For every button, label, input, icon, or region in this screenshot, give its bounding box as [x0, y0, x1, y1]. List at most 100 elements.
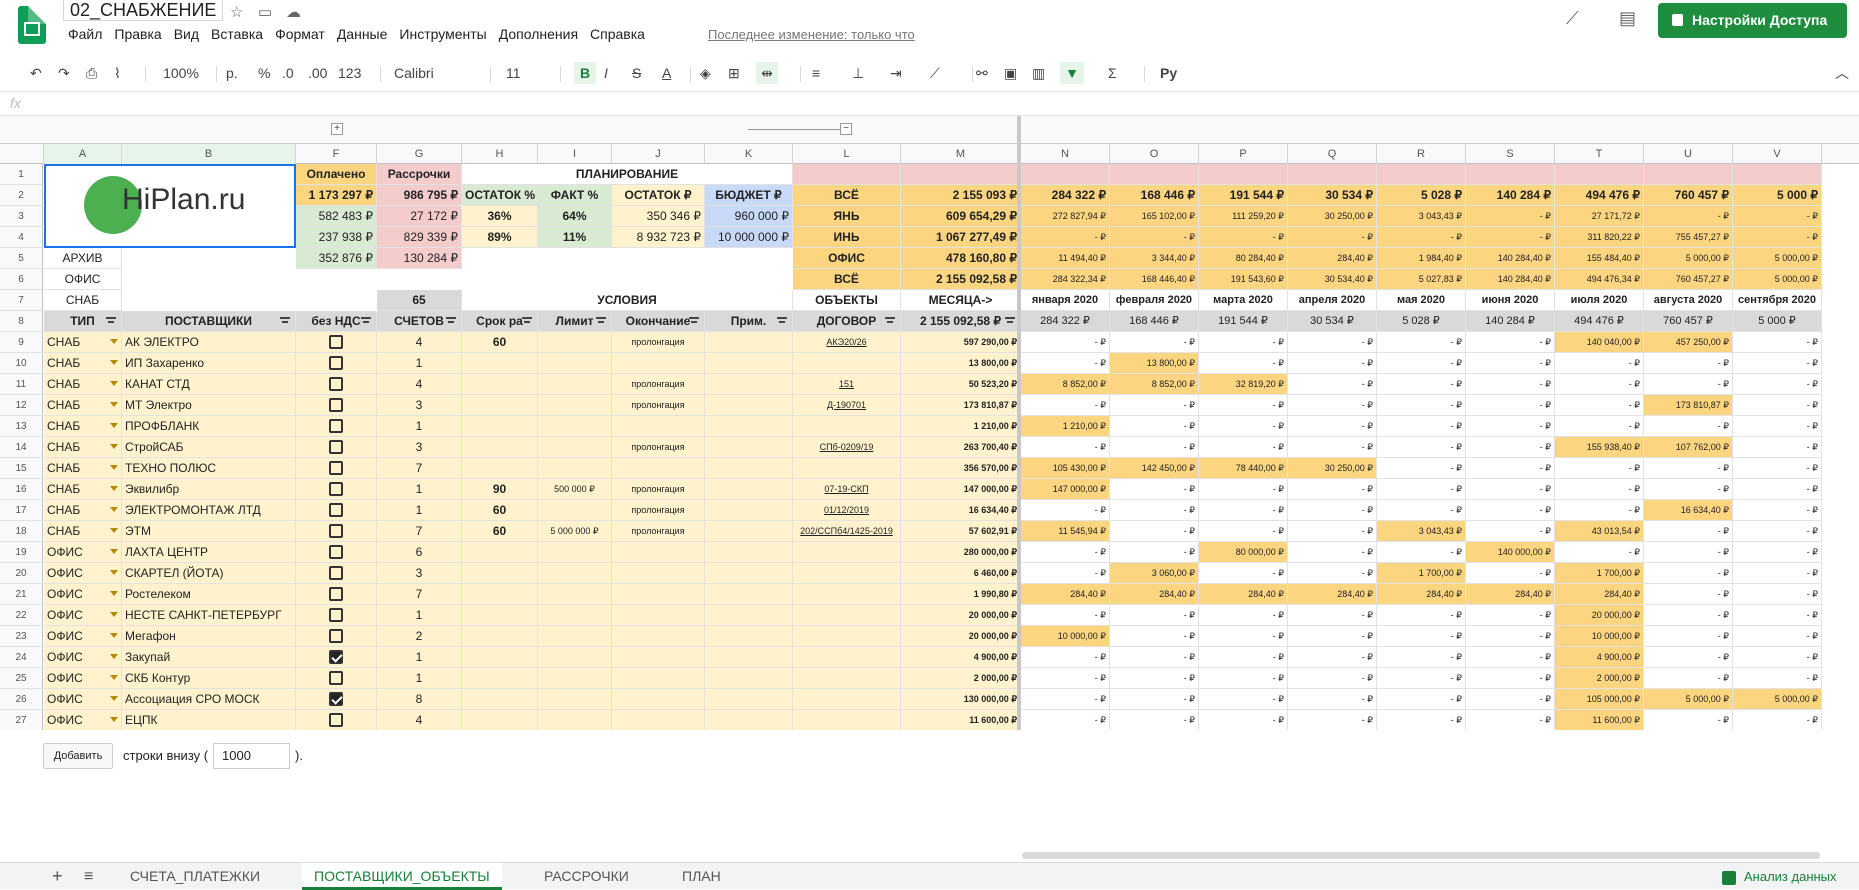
column-header-q[interactable]: Q	[1288, 144, 1377, 164]
payment-term[interactable]	[462, 605, 538, 626]
month-value[interactable]: - ₽	[1466, 626, 1555, 647]
month-value[interactable]: - ₽	[1466, 668, 1555, 689]
conditions-header[interactable]: УСЛОВИЯ	[462, 290, 793, 311]
plan-value[interactable]: 350 346 ₽	[612, 206, 705, 227]
month-value[interactable]: - ₽	[1377, 374, 1466, 395]
month-value[interactable]: - ₽	[1733, 521, 1822, 542]
month-value[interactable]: - ₽	[1377, 437, 1466, 458]
month-value[interactable]: - ₽	[1644, 668, 1733, 689]
month-value[interactable]: 107 762,00 ₽	[1644, 437, 1733, 458]
type-cell[interactable]: ОФИС	[44, 626, 122, 647]
month-total[interactable]: 140 284 ₽	[1466, 311, 1555, 332]
menu-item[interactable]: Вид	[174, 26, 199, 42]
month-value[interactable]: - ₽	[1377, 605, 1466, 626]
insert-link-icon[interactable]: ⚯	[976, 62, 988, 84]
summary-value[interactable]: 2 155 093 ₽	[901, 185, 1021, 206]
column-header-b[interactable]: B	[122, 144, 296, 164]
month-value[interactable]: - ₽	[1466, 479, 1555, 500]
month-value[interactable]: - ₽	[1021, 395, 1110, 416]
month-value[interactable]: - ₽	[1199, 563, 1288, 584]
month-value[interactable]: - ₽	[1644, 416, 1733, 437]
month-value[interactable]: 155 938,40 ₽	[1555, 437, 1644, 458]
payment-term[interactable]	[462, 542, 538, 563]
month-value[interactable]: - ₽	[1466, 374, 1555, 395]
end-condition[interactable]	[612, 647, 705, 668]
month-value[interactable]: 10 000,00 ₽	[1555, 626, 1644, 647]
currency-format-button[interactable]: р.	[226, 62, 238, 84]
payment-term[interactable]: 60	[462, 500, 538, 521]
month-summary[interactable]: - ₽	[1466, 206, 1555, 227]
month-summary[interactable]: - ₽	[1199, 227, 1288, 248]
month-summary[interactable]: 168 446,40 ₽	[1110, 269, 1199, 290]
note[interactable]	[705, 332, 793, 353]
month-summary[interactable]: 155 484,40 ₽	[1555, 248, 1644, 269]
row-total[interactable]: 173 810,87 ₽	[901, 395, 1021, 416]
month-summary[interactable]: 191 544 ₽	[1199, 185, 1288, 206]
note[interactable]	[705, 458, 793, 479]
month-value[interactable]: - ₽	[1555, 395, 1644, 416]
month-value[interactable]: - ₽	[1733, 563, 1822, 584]
month-value[interactable]: - ₽	[1644, 647, 1733, 668]
supplier-name[interactable]: ПРОФБЛАНК	[122, 416, 296, 437]
contract[interactable]	[793, 416, 901, 437]
row-header[interactable]: 21	[0, 584, 43, 605]
end-condition[interactable]: пролонгация	[612, 437, 705, 458]
payment-term[interactable]	[462, 416, 538, 437]
limit[interactable]	[538, 458, 612, 479]
month-value[interactable]: - ₽	[1199, 479, 1288, 500]
dropdown-arrow-icon[interactable]	[110, 675, 118, 680]
end-condition[interactable]	[612, 458, 705, 479]
undo-icon[interactable]: ↶	[30, 62, 42, 84]
end-condition[interactable]	[612, 353, 705, 374]
row-total[interactable]: 57 602,91 ₽	[901, 521, 1021, 542]
month-value[interactable]: - ₽	[1110, 647, 1199, 668]
vat-checkbox-cell[interactable]	[296, 710, 377, 730]
month-value[interactable]: - ₽	[1021, 500, 1110, 521]
dropdown-arrow-icon[interactable]	[110, 612, 118, 617]
month-value[interactable]: - ₽	[1110, 668, 1199, 689]
month-value[interactable]: - ₽	[1644, 584, 1733, 605]
end-condition[interactable]: пролонгация	[612, 500, 705, 521]
payment-term[interactable]	[462, 689, 538, 710]
increase-decimals-button[interactable]: .00	[308, 62, 327, 84]
filter-icon[interactable]	[522, 317, 532, 325]
month-summary[interactable]: 30 534,40 ₽	[1288, 269, 1377, 290]
month-value[interactable]: - ₽	[1110, 395, 1199, 416]
more-formats-button[interactable]: 123	[338, 62, 361, 84]
month-value[interactable]: - ₽	[1288, 416, 1377, 437]
month-value[interactable]: - ₽	[1021, 542, 1110, 563]
month-value[interactable]: - ₽	[1288, 479, 1377, 500]
row-header[interactable]: 26	[0, 689, 43, 710]
month-total[interactable]: 5 028 ₽	[1377, 311, 1466, 332]
header-9[interactable]: 2 155 092,58 ₽	[901, 311, 1021, 332]
row-total[interactable]: 130 000,00 ₽	[901, 689, 1021, 710]
month-value[interactable]: - ₽	[1021, 710, 1110, 730]
plan-header[interactable]: ОСТАТОК %	[462, 185, 538, 206]
row-header[interactable]: 22	[0, 605, 43, 626]
invoice-count[interactable]: 4	[377, 332, 462, 353]
vat-checkbox-cell[interactable]	[296, 416, 377, 437]
month-value[interactable]: - ₽	[1377, 626, 1466, 647]
dropdown-arrow-icon[interactable]	[110, 339, 118, 344]
month-value[interactable]: - ₽	[1466, 521, 1555, 542]
month-value[interactable]: - ₽	[1288, 668, 1377, 689]
month-summary[interactable]: 11 494,40 ₽	[1021, 248, 1110, 269]
invoice-count[interactable]: 1	[377, 353, 462, 374]
paid-value[interactable]: 352 876 ₽	[296, 248, 377, 269]
note[interactable]	[705, 626, 793, 647]
contract[interactable]	[793, 605, 901, 626]
note[interactable]	[705, 479, 793, 500]
month-value[interactable]: - ₽	[1288, 353, 1377, 374]
note[interactable]	[705, 710, 793, 730]
note[interactable]	[705, 395, 793, 416]
plan-header[interactable]: ОСТАТОК ₽	[612, 185, 705, 206]
contract[interactable]: СПб-0209/19	[793, 437, 901, 458]
row-total[interactable]: 20 000,00 ₽	[901, 626, 1021, 647]
row-total[interactable]: 147 000,00 ₽	[901, 479, 1021, 500]
month-value[interactable]: 80 000,00 ₽	[1199, 542, 1288, 563]
month-value[interactable]: - ₽	[1466, 710, 1555, 730]
month-value[interactable]: - ₽	[1377, 668, 1466, 689]
column-header-t[interactable]: T	[1555, 144, 1644, 164]
month-value[interactable]: - ₽	[1021, 563, 1110, 584]
menu-item[interactable]: Данные	[337, 26, 388, 42]
